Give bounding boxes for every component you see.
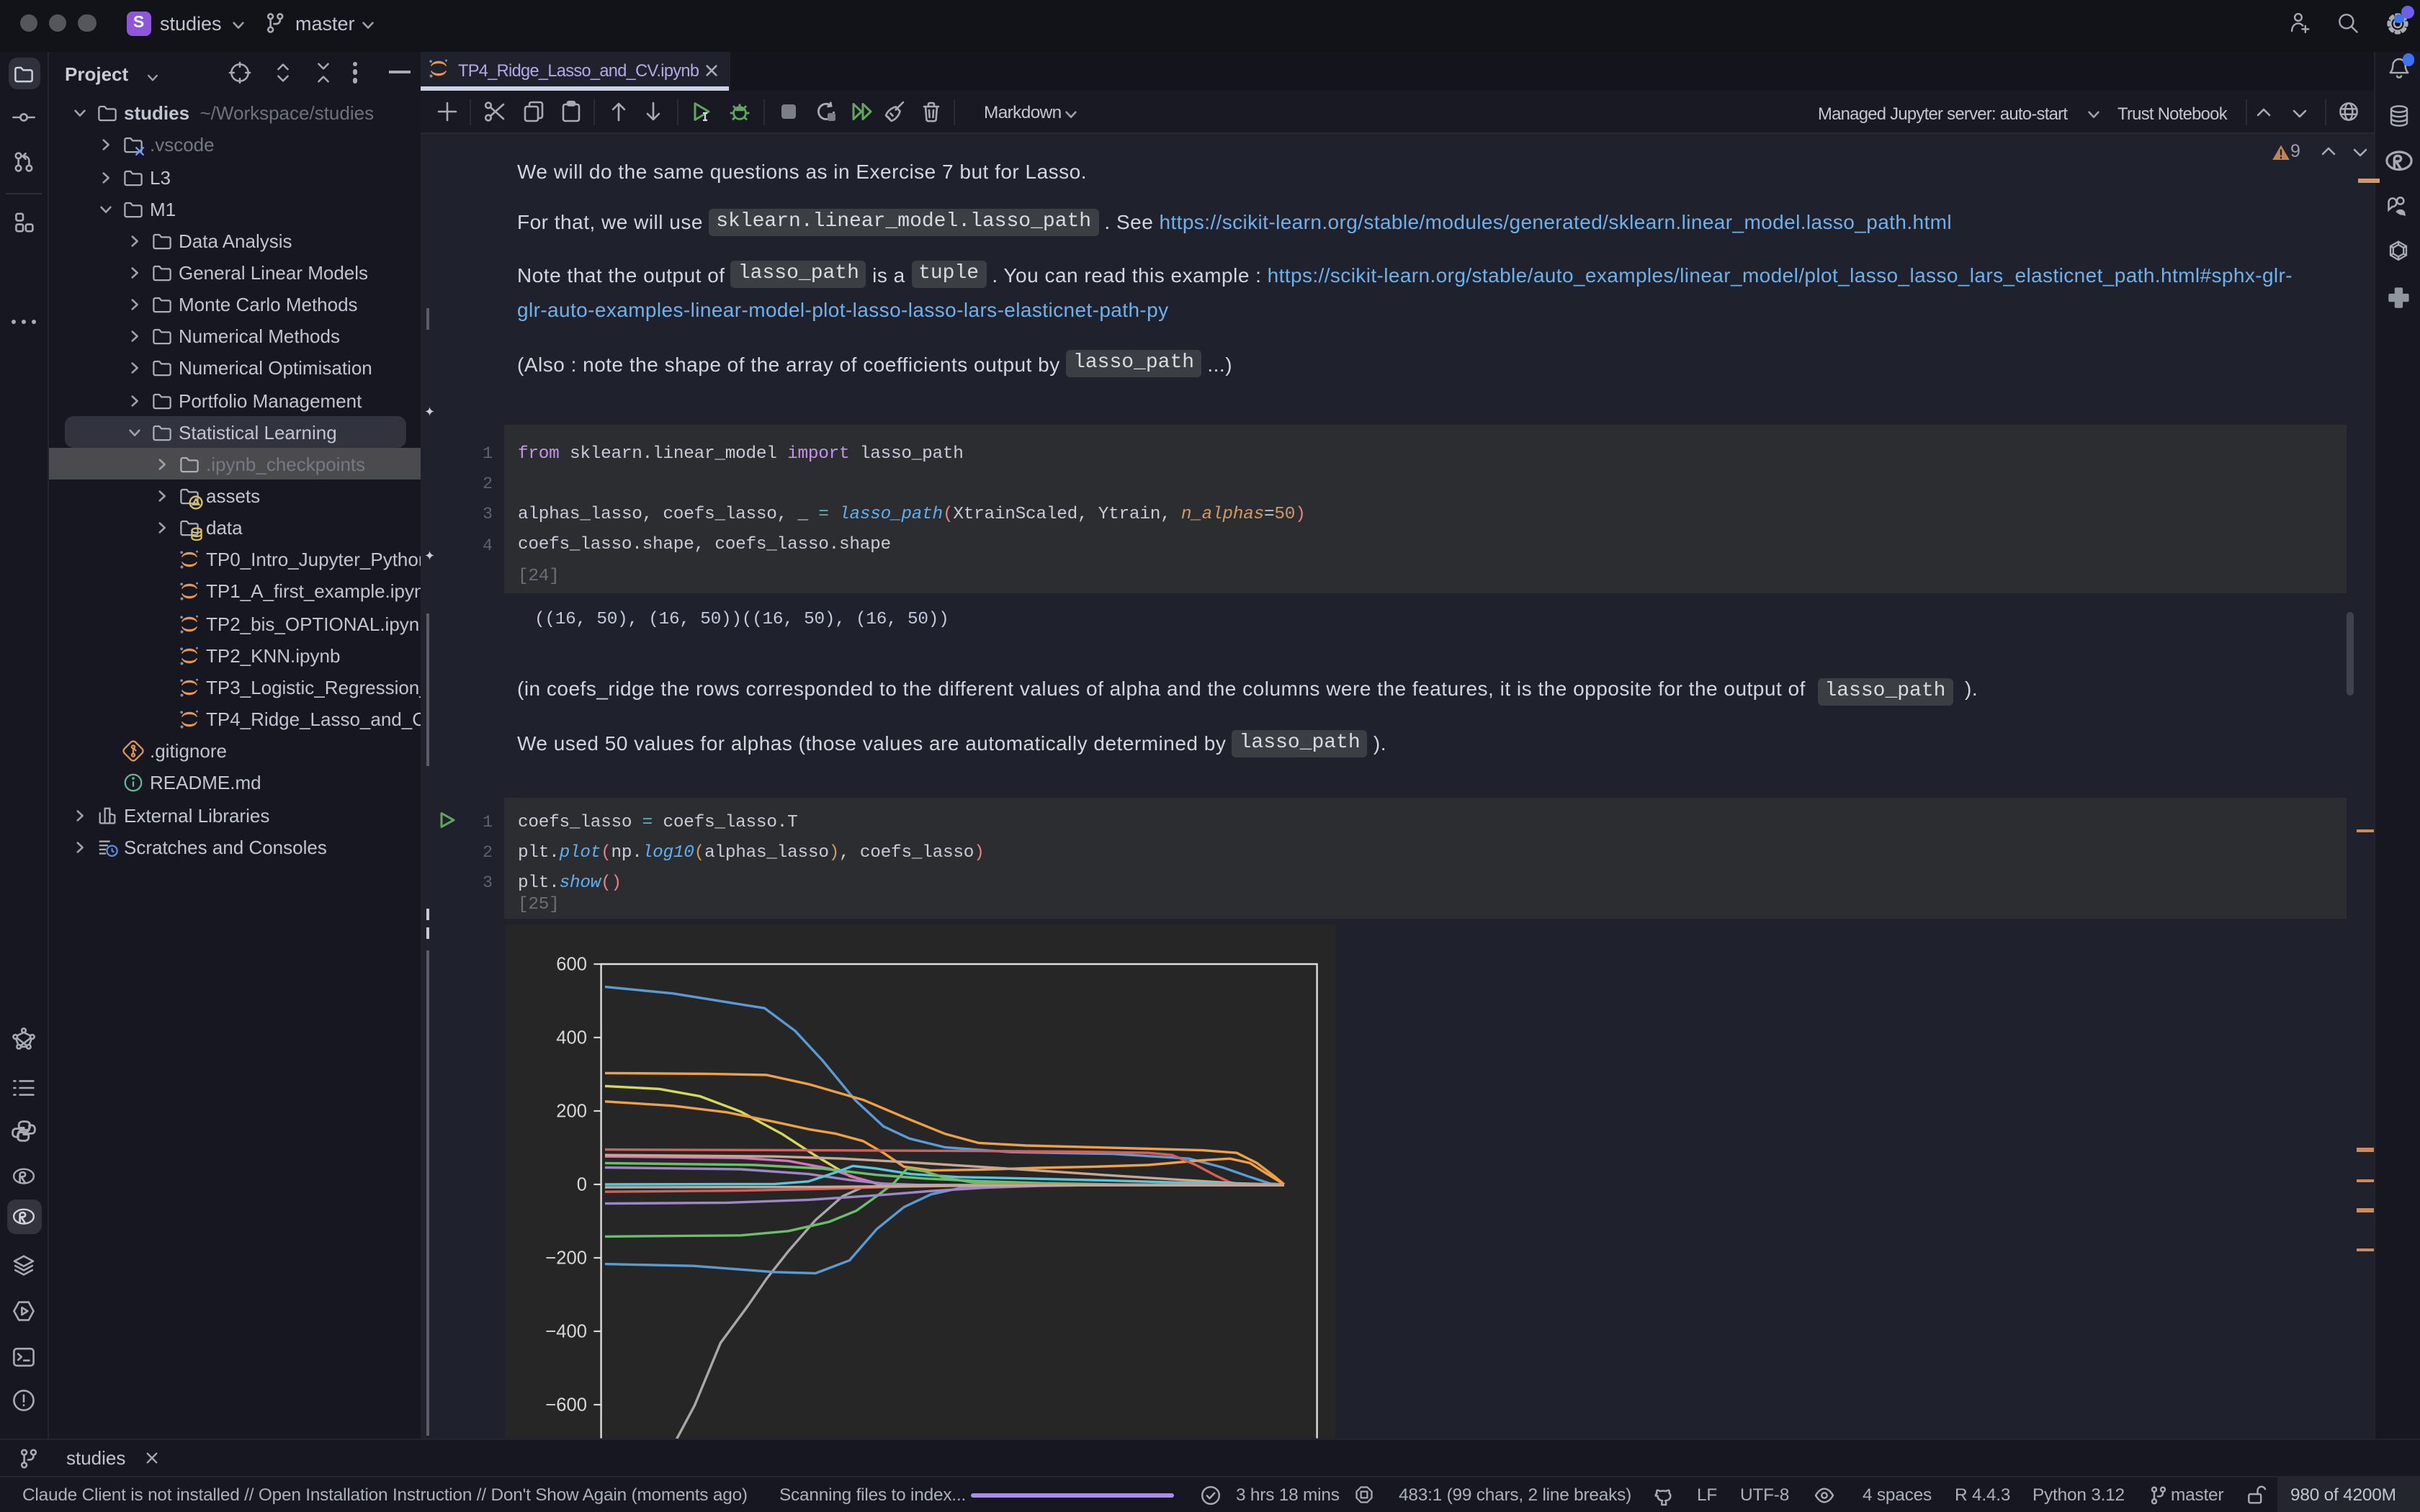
svg-text:0: 0 <box>576 1175 586 1195</box>
svg-text:200: 200 <box>555 1102 586 1122</box>
svg-text:600: 600 <box>555 955 586 975</box>
svg-text:−600: −600 <box>544 1395 586 1416</box>
svg-text:−400: −400 <box>544 1322 586 1342</box>
svg-text:−200: −200 <box>544 1248 586 1269</box>
svg-text:400: 400 <box>555 1028 586 1048</box>
